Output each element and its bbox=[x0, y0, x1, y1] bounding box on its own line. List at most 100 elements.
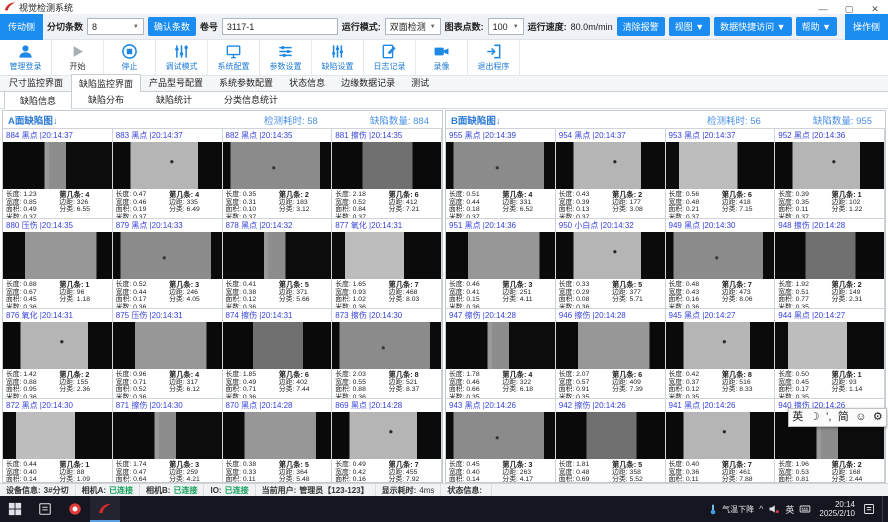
sub-tab-3[interactable]: 缺陷统计 bbox=[140, 90, 208, 108]
defect-image bbox=[775, 322, 884, 369]
defect-image bbox=[666, 412, 775, 459]
toolbar-button-camera[interactable]: 录像 bbox=[416, 40, 468, 75]
defect-cell[interactable]: 953 黑点 |20:14:37长度: 0.56宽度: 0.48面积: 0.21… bbox=[666, 129, 776, 219]
pinned-app-icon[interactable] bbox=[60, 496, 90, 522]
sub-tab-2[interactable]: 缺陷分布 bbox=[72, 90, 140, 108]
view-menu-button[interactable]: 视图 ▼ bbox=[669, 17, 710, 36]
defect-cell[interactable]: 870 黑点 |20:14:28长度: 0.38宽度: 0.33面积: 0.11… bbox=[223, 399, 333, 482]
slit-count-label: 分切条数 bbox=[47, 20, 83, 33]
defect-cell[interactable]: 945 黑点 |20:14:27长度: 0.42宽度: 0.37面积: 0.12… bbox=[666, 309, 776, 399]
ime-emoji-icon[interactable]: ☺ bbox=[855, 412, 866, 423]
defect-cell-header: 882 黑点 |20:14:35 bbox=[223, 129, 332, 142]
slit-count-dropdown[interactable]: 8▼ bbox=[87, 18, 144, 35]
defect-position-info: 第几条: 2边距: 155分类: 2.36 bbox=[59, 371, 108, 398]
volume-icon[interactable] bbox=[768, 503, 780, 515]
show-desktop-button[interactable] bbox=[882, 496, 885, 522]
sub-tab-4[interactable]: 分类信息统计 bbox=[208, 90, 294, 108]
defect-cell[interactable]: 871 擦伤 |20:14:30长度: 1.74宽度: 0.47面积: 0.64… bbox=[113, 399, 223, 482]
toolbar-button-exit[interactable]: 退出程序 bbox=[468, 40, 520, 75]
status-item-label: 显示耗时: bbox=[382, 485, 417, 496]
ime-fullhalf-icon[interactable]: ☽ bbox=[810, 412, 820, 423]
keyboard-icon[interactable] bbox=[799, 503, 811, 515]
ime-simplified-toggle[interactable]: 简 bbox=[838, 412, 849, 423]
main-tab-7[interactable]: 测试 bbox=[403, 73, 437, 91]
close-button[interactable]: ✕ bbox=[862, 0, 888, 18]
defect-cell[interactable]: 946 擦伤 |20:14:28长度: 2.07宽度: 0.57面积: 0.91… bbox=[556, 309, 666, 399]
defect-panel-a: A面缺陷图↓ 检测耗时: 58 缺陷数量: 884 884 黑点 |20:14:… bbox=[2, 110, 443, 483]
defect-cell[interactable]: 944 黑点 |20:14:27长度: 0.50宽度: 0.45面积: 0.17… bbox=[775, 309, 885, 399]
data-quick-access-button[interactable]: 数据快捷访问 ▼ bbox=[714, 17, 791, 36]
defect-cell[interactable]: 875 压伤 |20:14:31长度: 0.96宽度: 0.71面积: 0.52… bbox=[113, 309, 223, 399]
defect-cell[interactable]: 954 黑点 |20:14:37长度: 0.43宽度: 0.39面积: 0.13… bbox=[556, 129, 666, 219]
help-menu-button[interactable]: 帮助 ▼ bbox=[796, 17, 837, 36]
ime-settings-icon[interactable]: ⚙ bbox=[873, 412, 883, 423]
defect-cell[interactable]: 884 黑点 |20:14:37长度: 1.23宽度: 0.85面积: 0.49… bbox=[3, 129, 113, 219]
defect-cell[interactable]: 947 擦伤 |20:14:28长度: 1.78宽度: 0.46面积: 0.66… bbox=[446, 309, 556, 399]
start-button-icon[interactable] bbox=[0, 496, 30, 522]
taskbar-clock[interactable]: 20:14 2025/2/10 bbox=[816, 500, 858, 518]
defect-cell[interactable]: 948 擦伤 |20:14:28长度: 1.92宽度: 0.51面积: 0.77… bbox=[775, 219, 885, 309]
main-tab-2[interactable]: 缺陷监控界面 bbox=[71, 74, 141, 92]
defect-cell[interactable]: 941 黑点 |20:14:26长度: 0.40宽度: 0.36面积: 0.11… bbox=[666, 399, 776, 482]
defect-cell[interactable]: 873 擦伤 |20:14:30长度: 2.03宽度: 0.55面积: 0.88… bbox=[332, 309, 442, 399]
defect-info: 长度: 0.41宽度: 0.38面积: 0.12米数: 0.36第几条: 5边距… bbox=[223, 279, 332, 308]
defect-position-info: 第几条: 2边距: 149分类: 2.31 bbox=[832, 281, 881, 308]
notification-center-icon[interactable] bbox=[863, 503, 875, 515]
defect-cell-header: 878 黑点 |20:14:32 bbox=[223, 219, 332, 232]
inspection-app-icon[interactable] bbox=[90, 496, 120, 522]
defect-image bbox=[113, 322, 222, 369]
maximize-button[interactable]: ▢ bbox=[836, 0, 862, 18]
defect-cell[interactable]: 878 黑点 |20:14:32 长度: 0.41宽度: 0.38面积: 0.12… bbox=[223, 219, 333, 309]
main-tab-6[interactable]: 边缘数据记录 bbox=[333, 73, 403, 91]
defect-cell[interactable]: 883 黑点 |20:14:37长度: 0.47宽度: 0.46面积: 0.19… bbox=[113, 129, 223, 219]
defect-cell[interactable]: 882 黑点 |20:14:35长度: 0.35宽度: 0.31面积: 0.10… bbox=[223, 129, 333, 219]
defect-cell[interactable]: 881 擦伤 |20:14:35长度: 2.18宽度: 0.52面积: 0.84… bbox=[332, 129, 442, 219]
defect-image bbox=[223, 412, 332, 459]
task-view-icon[interactable] bbox=[30, 496, 60, 522]
defect-cell[interactable]: 874 擦伤 |20:14:31长度: 1.85宽度: 0.49面积: 0.71… bbox=[223, 309, 333, 399]
toolbar-button-tune[interactable]: 调试模式 bbox=[156, 40, 208, 75]
defect-cell[interactable]: 869 黑点 |20:14:28长度: 0.49宽度: 0.42面积: 0.16… bbox=[332, 399, 442, 482]
run-mode-dropdown[interactable]: 双面检测▼ bbox=[385, 18, 441, 35]
drive-side-button[interactable]: 传动侧 bbox=[0, 14, 43, 40]
main-tab-3[interactable]: 产品型号配置 bbox=[141, 73, 211, 91]
defect-cell[interactable]: 952 黑点 |20:14:36长度: 0.39宽度: 0.35面积: 0.11… bbox=[775, 129, 885, 219]
ime-punctuation-icon[interactable]: ’, bbox=[826, 412, 832, 423]
chart-points-dropdown[interactable]: 100▼ bbox=[488, 18, 524, 35]
clear-alarm-button[interactable]: 清除报警 bbox=[617, 17, 665, 36]
main-tab-4[interactable]: 系统参数配置 bbox=[211, 73, 281, 91]
sub-tab-1[interactable]: 缺陷信息 bbox=[4, 91, 72, 109]
main-tab-5[interactable]: 状态信息 bbox=[281, 73, 333, 91]
defect-cell[interactable]: 876 氧化 |20:14:31长度: 1.42宽度: 0.88面积: 0.95… bbox=[3, 309, 113, 399]
defect-cell[interactable]: 880 压伤 |20:14:35长度: 0.88宽度: 0.67面积: 0.45… bbox=[3, 219, 113, 309]
toolbar-button-sliders-h[interactable]: 参数设置 bbox=[260, 40, 312, 75]
defect-image bbox=[446, 142, 555, 189]
main-tab-1[interactable]: 尺寸监控界面 bbox=[1, 73, 71, 91]
defect-cell[interactable]: 943 黑点 |20:14:26长度: 0.45宽度: 0.40面积: 0.14… bbox=[446, 399, 556, 482]
defect-cell[interactable]: 942 擦伤 |20:14:26长度: 1.81宽度: 0.48面积: 0.69… bbox=[556, 399, 666, 482]
defect-cell[interactable]: 879 黑点 |20:14:33长度: 0.52宽度: 0.44面积: 0.17… bbox=[113, 219, 223, 309]
defect-cell[interactable]: 877 氧化 |20:14:31长度: 1.65宽度: 0.93面积: 1.02… bbox=[332, 219, 442, 309]
toolbar-button-monitor[interactable]: 系统配置 bbox=[208, 40, 260, 75]
defect-cell[interactable]: 950 小白点 |20:14:32长度: 0.33宽度: 0.29面积: 0.0… bbox=[556, 219, 666, 309]
weather-widget[interactable]: 气温下降 bbox=[707, 503, 754, 515]
defect-cell[interactable]: 951 黑点 |20:14:36长度: 0.46宽度: 0.41面积: 0.15… bbox=[446, 219, 556, 309]
defect-cell-header: 873 擦伤 |20:14:30 bbox=[332, 309, 441, 322]
roll-number-input[interactable]: 3117-1 bbox=[222, 18, 338, 35]
tray-expand-chevron[interactable]: ^ bbox=[759, 504, 763, 514]
toolbar-button-log[interactable]: 日志记录 bbox=[364, 40, 416, 75]
defect-cell[interactable]: 955 黑点 |20:14:39长度: 0.51宽度: 0.44面积: 0.18… bbox=[446, 129, 556, 219]
ime-language-toggle[interactable]: 英 bbox=[792, 412, 803, 423]
defect-cell-header: 948 擦伤 |20:14:28 bbox=[775, 219, 884, 232]
minimize-button[interactable]: — bbox=[810, 0, 836, 18]
toolbar-button-sliders-v[interactable]: 缺陷设置 bbox=[312, 40, 364, 75]
defect-image bbox=[3, 412, 112, 459]
toolbar-button-user[interactable]: 管理登录 bbox=[0, 40, 52, 75]
defect-cell-header: 879 黑点 |20:14:33 bbox=[113, 219, 222, 232]
defect-cell[interactable]: 872 黑点 |20:14:30长度: 0.44宽度: 0.40面积: 0.14… bbox=[3, 399, 113, 482]
toolbar-button-play[interactable]: 开始 bbox=[52, 40, 104, 75]
confirm-count-button[interactable]: 确认条数 bbox=[148, 17, 196, 36]
toolbar-button-stop[interactable]: 停止 bbox=[104, 40, 156, 75]
input-language-indicator[interactable]: 英 bbox=[785, 503, 794, 516]
defect-cell[interactable]: 949 黑点 |20:14:30长度: 0.48宽度: 0.43面积: 0.16… bbox=[666, 219, 776, 309]
